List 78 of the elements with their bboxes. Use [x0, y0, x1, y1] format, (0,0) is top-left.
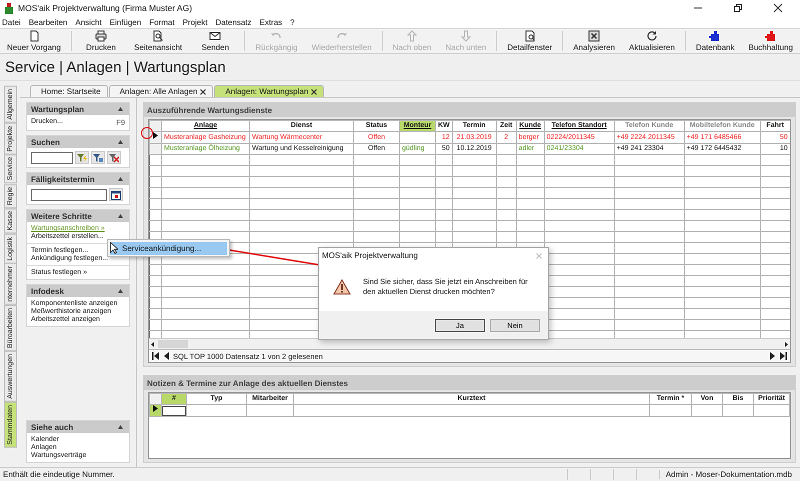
annotation-circle: [141, 127, 153, 139]
next-record-icon[interactable]: [769, 351, 776, 361]
toolbar-button[interactable]: Analysieren: [566, 29, 622, 53]
close-icon[interactable]: [200, 88, 206, 94]
page-heading: Service | Anlagen | Wartungsplan: [5, 58, 226, 76]
panel-title: Infodesk: [31, 286, 64, 296]
filter-icon: [93, 152, 103, 162]
document-tab[interactable]: Anlagen: Alle Anlagen: [108, 85, 214, 97]
panel-title: Siehe auch: [31, 422, 74, 432]
status-message: Enthält die eindeutige Nummer.: [3, 470, 115, 479]
filter-clear-icon: [109, 152, 119, 162]
scroll-right-icon[interactable]: [782, 340, 790, 348]
collapse-icon[interactable]: [118, 107, 123, 111]
toolbar-button[interactable]: Aktualisieren: [622, 29, 682, 53]
row-indicator-icon: [153, 132, 158, 139]
icon-button[interactable]: [75, 151, 89, 164]
filter-icon: [77, 152, 87, 162]
restore-icon[interactable]: [733, 3, 743, 13]
scroll-thumb[interactable]: [158, 340, 188, 348]
collapse-icon[interactable]: [118, 214, 123, 218]
arrow-down-icon: [460, 30, 472, 42]
cell-input[interactable]: [162, 406, 186, 416]
previous-record-icon[interactable]: [163, 351, 170, 361]
toolbar-button[interactable]: Senden: [189, 29, 242, 53]
toolbar-button[interactable]: Datenbank: [688, 29, 742, 53]
mouse-pointer-icon: [110, 242, 118, 254]
menu-item[interactable]: Format: [149, 18, 175, 26]
dialog-title: MOS'aik Projektverwaltung: [322, 251, 418, 260]
panel-title: Wartungsplan: [31, 104, 84, 114]
row-selector[interactable]: [150, 132, 162, 144]
close-icon[interactable]: [311, 88, 318, 94]
envelope-icon: [209, 30, 222, 42]
menu-item[interactable]: Datensatz: [215, 18, 252, 26]
icon-button[interactable]: [91, 151, 105, 164]
collapse-icon[interactable]: [118, 289, 123, 293]
date-field[interactable]: [31, 188, 107, 200]
icon-button[interactable]: [109, 188, 123, 201]
icon-button[interactable]: [107, 151, 121, 164]
panel-title: Suchen: [31, 138, 60, 146]
menu-item[interactable]: Projekt: [182, 18, 208, 26]
panel-title: Fälligkeitstermin: [31, 174, 95, 184]
toolbar-button[interactable]: Detailfenster: [500, 29, 560, 53]
menu-item[interactable]: ?: [290, 18, 295, 26]
last-record-icon[interactable]: [779, 351, 788, 361]
window-title: MOS'aik Projektverwaltung (Firma Muster AG): [18, 3, 192, 13]
first-record-icon[interactable]: [151, 351, 160, 361]
warning-icon: [333, 279, 351, 295]
document-tab[interactable]: Home: Startseite: [30, 85, 108, 97]
menu-item[interactable]: Ansicht: [75, 18, 102, 26]
block-figure-icon: [709, 30, 722, 42]
toolbar-button[interactable]: Neuer Vorgang: [0, 29, 68, 53]
menu-item[interactable]: Einfügen: [110, 18, 142, 26]
collapse-icon[interactable]: [118, 177, 123, 181]
document-icon: [28, 30, 40, 42]
panel-title: Auszuführende Wartungsdienste: [147, 106, 272, 114]
block-figure-icon: [764, 30, 777, 42]
arrow-up-icon: [406, 30, 418, 42]
search-field[interactable]: [31, 152, 73, 164]
magnifier-document-icon: [524, 30, 536, 42]
collapse-icon[interactable]: [118, 425, 123, 429]
collapse-icon[interactable]: [118, 140, 123, 144]
document-tab[interactable]: Anlagen: Wartungsplan: [214, 85, 324, 97]
toolbar-button[interactable]: Drucken: [74, 29, 128, 53]
panel-title: Notizen & Termine zur Anlage des aktuellen Dienstes: [147, 378, 348, 388]
context-menu-item[interactable]: Serviceankündigung...: [110, 242, 227, 254]
panel-title: Weitere Schritte: [31, 212, 92, 220]
menu-item[interactable]: Extras: [260, 18, 282, 26]
row-indicator-icon: [153, 406, 158, 412]
calendar-icon: [111, 190, 121, 200]
close-icon[interactable]: [773, 3, 783, 13]
menu-item[interactable]: Datei: [2, 18, 21, 26]
menu-item[interactable]: Bearbeiten: [28, 18, 68, 26]
refresh-icon: [646, 30, 658, 42]
app-icon: [4, 2, 14, 14]
toolbar-button[interactable]: Seitenansicht: [127, 29, 190, 53]
status-database: Admin - Moser-Dokumentation.mdb: [658, 470, 800, 479]
magnifier-document-icon: [152, 30, 164, 42]
toolbar-button[interactable]: Buchhaltung: [742, 29, 800, 53]
